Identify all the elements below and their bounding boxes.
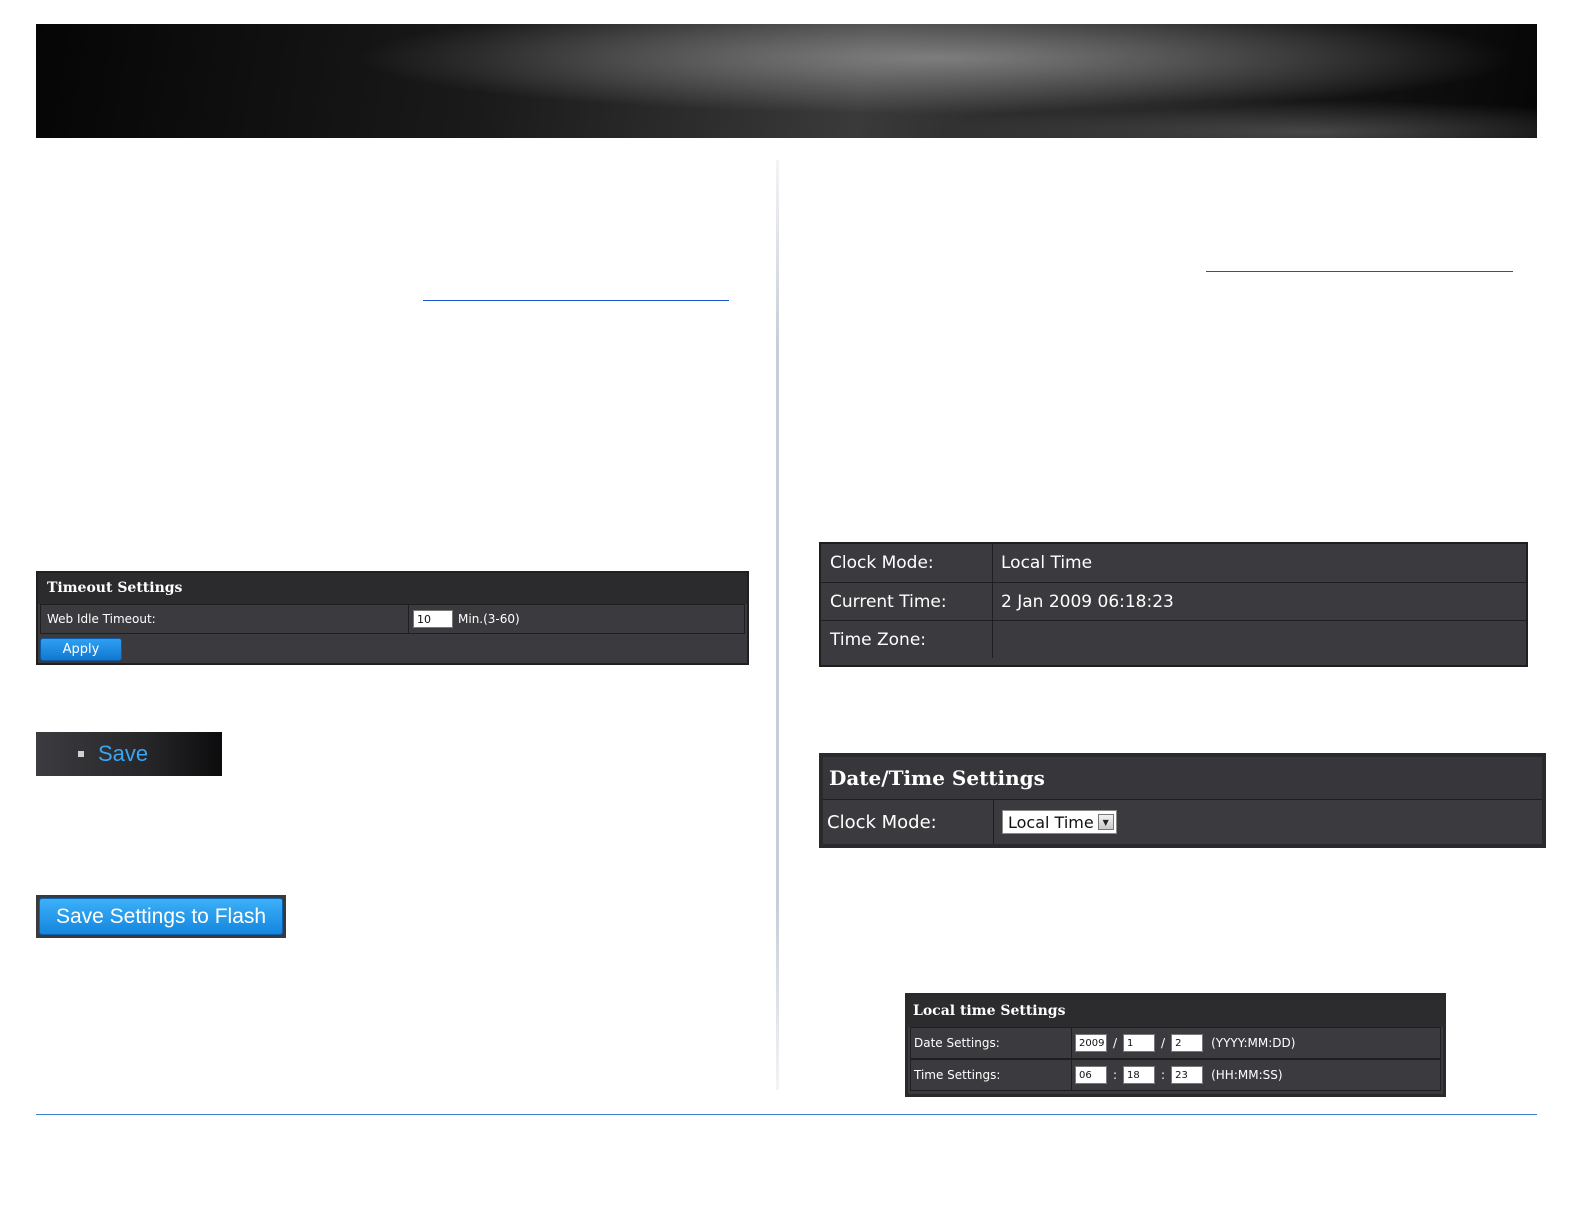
time-settings-row: Time Settings: 06 : 18 : 23 (HH:MM:SS) xyxy=(910,1059,1441,1091)
time-hour-input[interactable]: 06 xyxy=(1075,1066,1107,1084)
date-separator: / xyxy=(1161,1036,1166,1050)
clock-mode-select[interactable]: Local Time ▼ xyxy=(1002,810,1117,834)
datetime-settings-panel: Date/Time Settings Clock Mode: Local Tim… xyxy=(819,753,1546,848)
time-format-hint: (HH:MM:SS) xyxy=(1211,1068,1283,1082)
time-zone-value xyxy=(992,621,1526,658)
apply-button[interactable]: Apply xyxy=(40,638,122,661)
hyperlink-underline-right[interactable] xyxy=(1206,271,1513,272)
date-day-input[interactable]: 2 xyxy=(1171,1034,1204,1052)
date-format-hint: (YYYY:MM:DD) xyxy=(1211,1036,1296,1050)
save-menu-label: Save xyxy=(98,741,149,766)
web-idle-timeout-label: Web Idle Timeout: xyxy=(47,612,156,626)
current-time-value: 2 Jan 2009 06:18:23 xyxy=(992,583,1526,620)
clock-mode-label: Clock Mode: xyxy=(830,553,934,573)
web-idle-timeout-range: Min.(3-60) xyxy=(458,612,520,626)
date-settings-row: Date Settings: 2009 / 1 / 2 (YYYY:MM:DD) xyxy=(910,1027,1441,1059)
date-settings-label: Date Settings: xyxy=(914,1036,1000,1050)
header-banner xyxy=(36,24,1537,138)
web-idle-timeout-input[interactable]: 10 xyxy=(413,610,453,628)
clock-mode-row: Clock Mode: Local Time xyxy=(821,544,1526,582)
time-second-input[interactable]: 23 xyxy=(1171,1066,1204,1084)
save-settings-button-frame: Save Settings to Flash xyxy=(36,895,286,938)
save-menu-item[interactable]: Save xyxy=(36,732,222,776)
time-minute-input[interactable]: 18 xyxy=(1123,1066,1156,1084)
clock-info-panel: Clock Mode: Local Time Current Time: 2 J… xyxy=(819,542,1528,667)
timeout-settings-title: Timeout Settings xyxy=(38,573,747,604)
local-time-settings-panel: Local time Settings Date Settings: 2009 … xyxy=(905,993,1446,1097)
hyperlink-underline-left[interactable] xyxy=(423,300,729,301)
clock-mode-select-cell: Local Time ▼ xyxy=(993,800,1542,844)
current-time-row: Current Time: 2 Jan 2009 06:18:23 xyxy=(821,582,1526,620)
date-month-input[interactable]: 1 xyxy=(1123,1034,1156,1052)
current-time-label: Current Time: xyxy=(830,591,947,612)
time-settings-label: Time Settings: xyxy=(914,1068,1001,1082)
column-divider xyxy=(776,160,779,1090)
chevron-down-icon[interactable]: ▼ xyxy=(1097,814,1114,830)
time-settings-fields: 06 : 18 : 23 (HH:MM:SS) xyxy=(1071,1060,1440,1090)
time-zone-label: Time Zone: xyxy=(830,629,927,650)
datetime-settings-title: Date/Time Settings xyxy=(823,757,1542,799)
time-zone-row: Time Zone: xyxy=(821,620,1526,658)
date-year-input[interactable]: 2009 xyxy=(1075,1034,1107,1052)
footer-rule xyxy=(36,1114,1537,1115)
clock-mode-selected-value: Local Time xyxy=(1008,812,1094,832)
bullet-icon xyxy=(78,751,84,757)
local-time-settings-title: Local time Settings xyxy=(908,996,1443,1027)
web-idle-timeout-row: Web Idle Timeout: 10 Min.(3-60) xyxy=(40,604,745,634)
clock-mode-select-row: Clock Mode: Local Time ▼ xyxy=(823,799,1542,844)
clock-mode-select-label: Clock Mode: xyxy=(827,811,937,833)
timeout-settings-panel: Timeout Settings Web Idle Timeout: 10 Mi… xyxy=(36,571,749,665)
time-separator: : xyxy=(1113,1068,1118,1082)
date-settings-fields: 2009 / 1 / 2 (YYYY:MM:DD) xyxy=(1071,1028,1440,1058)
save-settings-to-flash-button[interactable]: Save Settings to Flash xyxy=(39,898,283,935)
clock-mode-value: Local Time xyxy=(992,544,1526,582)
time-separator: : xyxy=(1161,1068,1166,1082)
web-idle-timeout-value-cell: 10 Min.(3-60) xyxy=(408,605,744,633)
date-separator: / xyxy=(1113,1036,1118,1050)
